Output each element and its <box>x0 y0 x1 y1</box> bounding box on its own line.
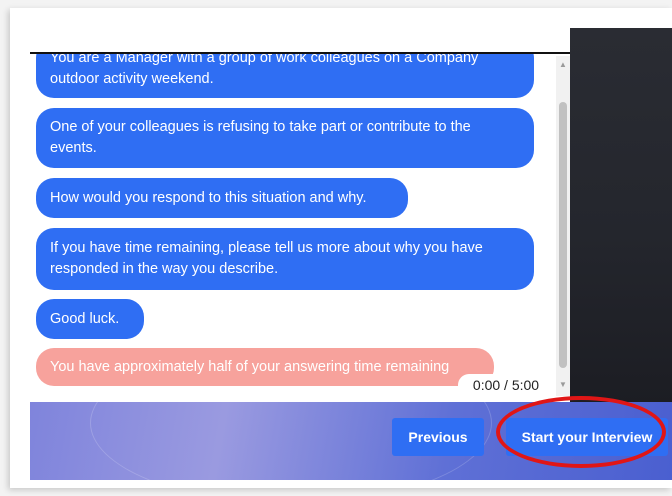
scrollbar-thumb[interactable] <box>559 102 567 368</box>
chat-message: If you have time remaining, please tell … <box>36 228 534 290</box>
chat-scrollbar[interactable]: ▲ ▼ <box>556 56 570 396</box>
chat-message: You are a Manager with a group of work c… <box>36 54 534 98</box>
chat-message-text: If you have time remaining, please tell … <box>50 240 483 277</box>
scroll-down-arrow-icon[interactable]: ▼ <box>556 378 570 392</box>
chat-warning-message: You have approximately half of your answ… <box>36 348 494 386</box>
chat-message: How would you respond to this situation … <box>36 178 408 218</box>
chat-message-text: How would you respond to this situation … <box>50 189 367 206</box>
chat-message: Good luck. <box>36 299 144 339</box>
highlight-circle-annotation <box>496 396 666 468</box>
previous-button[interactable]: Previous <box>392 418 484 456</box>
screen: You are a Manager with a group of work c… <box>0 0 672 496</box>
scroll-up-arrow-icon[interactable]: ▲ <box>556 58 570 72</box>
chat-message-text: You are a Manager with a group of work c… <box>50 54 479 87</box>
time-counter: 0:00 / 5:00 <box>458 374 554 396</box>
chat-message-text: Good luck. <box>50 310 120 327</box>
video-preview-panel <box>570 28 672 404</box>
chat-area[interactable]: You are a Manager with a group of work c… <box>30 54 570 400</box>
chat-message-text: You have approximately half of your answ… <box>50 358 450 375</box>
chat-message: One of your colleagues is refusing to ta… <box>36 108 534 168</box>
chat-message-text: One of your colleagues is refusing to ta… <box>50 119 471 156</box>
